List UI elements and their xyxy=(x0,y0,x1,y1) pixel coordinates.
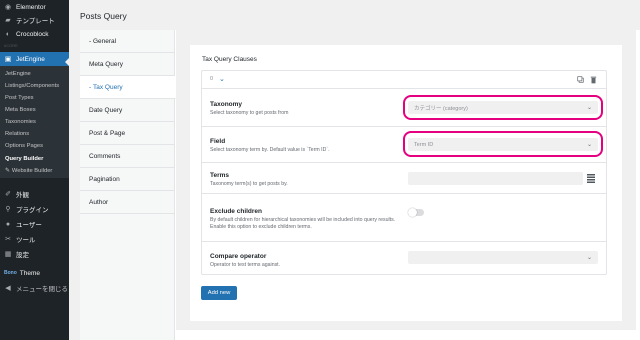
query-tabs: - General Meta Query - Tax Query Date Qu… xyxy=(80,30,176,340)
wrench-icon: ✂ xyxy=(5,236,11,243)
compare-operator-select[interactable]: ⌄ xyxy=(408,251,598,264)
current-menu-arrow xyxy=(65,58,69,66)
field-label: Field xyxy=(210,138,226,145)
tab-general[interactable]: - General xyxy=(80,30,175,53)
sidebar-item-settings[interactable]: ▦ 設定 xyxy=(0,247,69,261)
jetengine-icon: ▣ xyxy=(4,56,12,63)
submenu-item-meta-boxes[interactable]: Meta Boxes xyxy=(0,104,69,116)
taxonomy-desc: Select taxonomy to get posts from xyxy=(210,110,289,116)
exclude-children-label: Exclude children xyxy=(210,208,263,215)
toggle-knob xyxy=(408,208,417,217)
trash-icon[interactable] xyxy=(590,76,597,84)
submenu-item-query-builder[interactable]: Query Builder xyxy=(0,153,69,165)
chevron-down-icon[interactable]: ⌄ xyxy=(219,75,225,83)
wand-icon: ✎ xyxy=(5,168,10,174)
sidebar-item-theme[interactable]: Bono Theme xyxy=(0,266,69,280)
submenu-item-options-pages[interactable]: Options Pages xyxy=(0,140,69,152)
add-new-button[interactable]: Add new xyxy=(201,286,237,300)
tab-meta-query[interactable]: Meta Query xyxy=(80,53,175,76)
list-icon[interactable] xyxy=(587,174,595,183)
submenu-item-listings[interactable]: Listings/Components xyxy=(0,80,69,92)
user-icon: ● xyxy=(5,220,11,228)
compare-operator-label: Compare operator xyxy=(210,253,267,260)
sidebar-item-appearance[interactable]: ✐ 外観 xyxy=(0,187,69,201)
terms-desc: Taxonomy term(s) to get posts by. xyxy=(210,181,288,187)
bono-logo: Bono xyxy=(4,270,17,276)
settings-icon: ▦ xyxy=(4,251,12,258)
sidebar-item-jetengine[interactable]: ▣ JetEngine xyxy=(0,52,69,66)
tab-comments[interactable]: Comments xyxy=(80,145,175,168)
copy-icon[interactable] xyxy=(577,76,584,83)
plugin-icon: ⚲ xyxy=(5,206,11,213)
exclude-children-toggle[interactable] xyxy=(408,208,424,217)
tab-author[interactable]: Author xyxy=(80,191,175,214)
tab-post-page[interactable]: Post & Page xyxy=(80,122,175,145)
chevron-down-icon: ⌄ xyxy=(586,255,592,261)
taxonomy-label: Taxonomy xyxy=(210,101,243,108)
elementor-icon: ◉ xyxy=(4,4,12,11)
exclude-children-desc: By default children for hierarchical tax… xyxy=(210,217,396,230)
submenu-item-taxonomies[interactable]: Taxonomies xyxy=(0,116,69,128)
sidebar-item-users[interactable]: ● ユーザー xyxy=(0,217,69,231)
collapse-icon: ◀ xyxy=(5,285,11,292)
sidebar-item-elementor[interactable]: ◉ Elementor xyxy=(0,0,69,14)
sidebar-collapse-menu[interactable]: ◀ メニューを閉じる xyxy=(0,281,69,295)
folder-icon: ▰ xyxy=(5,17,11,24)
sidebar-separator: #CORE xyxy=(4,43,18,48)
sidebar-item-templates[interactable]: ▰ テンプレート xyxy=(0,13,69,27)
page-title: Posts Query xyxy=(80,11,127,21)
sidebar-item-crocoblock[interactable]: ◐ Crocoblock xyxy=(0,27,69,41)
sidebar-item-tools[interactable]: ✂ ツール xyxy=(0,232,69,246)
field-desc: Select taxonomy term by. Default value i… xyxy=(210,147,330,153)
brush-icon: ✐ xyxy=(5,191,11,198)
terms-input[interactable] xyxy=(408,172,583,185)
submenu-item-jetengine[interactable]: JetEngine xyxy=(0,68,69,80)
tab-tax-query[interactable]: - Tax Query xyxy=(80,76,176,99)
submenu-item-relations[interactable]: Relations xyxy=(0,128,69,140)
submenu-item-website-builder[interactable]: ✎ Website Builder xyxy=(0,165,69,177)
tab-pagination[interactable]: Pagination xyxy=(80,168,175,191)
section-title: Tax Query Clauses xyxy=(202,56,257,63)
highlight-taxonomy xyxy=(403,95,603,120)
clause-header[interactable] xyxy=(201,70,607,89)
clause-index: 0 xyxy=(210,76,214,82)
crocoblock-icon: ◐ xyxy=(5,30,11,38)
sidebar-item-plugins[interactable]: ⚲ プラグイン xyxy=(0,202,69,216)
submenu-item-post-types[interactable]: Post Types xyxy=(0,92,69,104)
highlight-field xyxy=(403,131,603,157)
tab-date-query[interactable]: Date Query xyxy=(80,99,175,122)
compare-operator-desc: Operator to test terms against. xyxy=(210,262,281,268)
terms-label: Terms xyxy=(210,172,230,179)
